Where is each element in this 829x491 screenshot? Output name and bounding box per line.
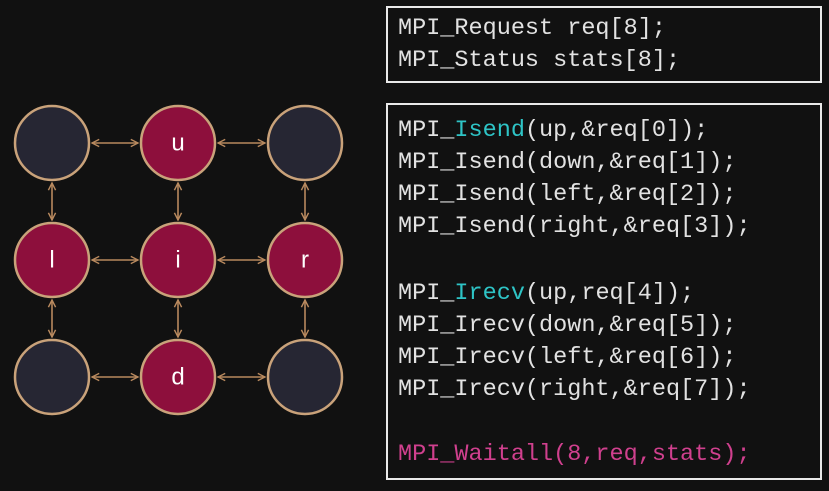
irecv-keyword: Irecv: [454, 280, 525, 307]
isend-up-args: (up,&req[0]);: [524, 117, 709, 144]
waitall-line: MPI_Waitall(8,req,stats);: [398, 441, 751, 468]
irecv-down-line: MPI_Irecv(down,&req[5]);: [398, 312, 737, 339]
isend-down-line: MPI_Isend(down,&req[1]);: [398, 149, 737, 176]
node-label-center: i: [175, 247, 180, 274]
isend-right-line: MPI_Isend(right,&req[3]);: [398, 213, 751, 240]
node-label-down: d: [171, 364, 184, 391]
isend-prefix: MPI_: [398, 117, 455, 144]
isend-up-line: MPI_Isend(up,&req[0]);: [398, 115, 708, 147]
irecv-up-line: MPI_Irecv(up,req[4]);: [398, 278, 694, 310]
declarations-box: MPI_Request req[8]; MPI_Status stats[8];: [386, 6, 822, 83]
node-tr: [266, 104, 344, 182]
communication-code-box: MPI_Isend(up,&req[0]); MPI_Isend(down,&r…: [386, 103, 822, 480]
node-bl: [13, 338, 91, 416]
irecv-right-line: MPI_Irecv(right,&req[7]);: [398, 376, 751, 403]
process-grid-diagram: u l i r d: [13, 104, 344, 416]
status-declaration: MPI_Status stats[8];: [398, 47, 681, 74]
node-label-right: r: [301, 247, 309, 274]
irecv-prefix: MPI_: [398, 280, 455, 307]
irecv-left-line: MPI_Irecv(left,&req[6]);: [398, 344, 737, 371]
request-declaration: MPI_Request req[8];: [398, 15, 666, 42]
node-label-up: u: [171, 130, 184, 157]
isend-left-line: MPI_Isend(left,&req[2]);: [398, 181, 737, 208]
node-label-left: l: [49, 247, 54, 274]
isend-keyword: Isend: [454, 117, 525, 144]
irecv-up-args: (up,req[4]);: [524, 280, 695, 307]
node-br: [266, 338, 344, 416]
node-tl: [13, 104, 91, 182]
